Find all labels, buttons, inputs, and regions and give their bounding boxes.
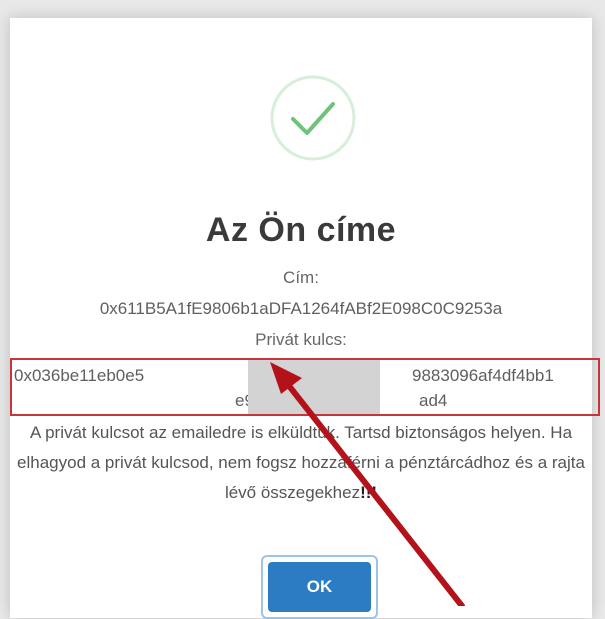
screenshot-frame: Az Ön címe Cím: 0x611B5A1fE9806b1aDFA126… [0,0,605,619]
dialog-title: Az Ön címe [205,211,397,249]
ok-button-label[interactable]: OK [268,562,371,612]
address-label: Cím: [283,268,319,287]
notice-emphasis: !!! [360,483,378,502]
check-circle-icon [270,75,356,161]
redaction-block [248,360,380,414]
notice-body: A privát kulcsot az emailedre is elküldt… [17,423,585,502]
address-value: 0x611B5A1fE9806b1aDFA1264fABf2E098C0C925… [99,299,503,318]
address-dialog: Az Ön címe Cím: 0x611B5A1fE9806b1aDFA126… [10,18,600,619]
ok-button[interactable]: OK [261,555,378,619]
private-key-fragment: 9883096af4df4bb1 [412,366,554,385]
private-key-fragment: ad4 [419,391,448,410]
private-key-fragment: 0x036be11eb0e5 [14,366,145,385]
private-key-label: Privát kulcs: [255,330,347,349]
notice-text: A privát kulcsot az emailedre is elküldt… [10,418,592,508]
